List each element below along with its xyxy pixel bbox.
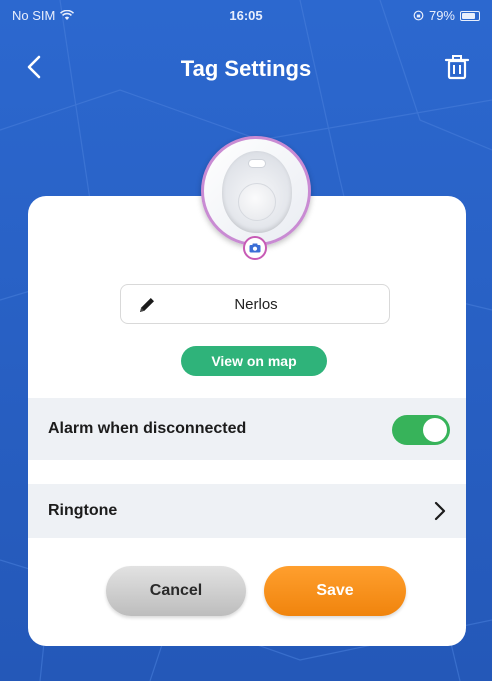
alarm-label: Alarm when disconnected bbox=[48, 420, 247, 437]
camera-icon bbox=[249, 243, 261, 253]
page-title: Tag Settings bbox=[180, 56, 312, 81]
view-on-map-button[interactable]: View on map bbox=[181, 346, 327, 376]
tag-name-field[interactable]: Nerlos bbox=[120, 284, 390, 324]
tag-name-value: Nerlos bbox=[234, 296, 278, 313]
status-bar: No SIM 16:05 79% bbox=[0, 0, 492, 30]
ringtone-setting-row[interactable]: Ringtone bbox=[28, 484, 466, 538]
chevron-left-icon[interactable] bbox=[20, 52, 50, 82]
trash-icon[interactable] bbox=[442, 52, 472, 82]
change-photo-button[interactable] bbox=[243, 236, 267, 260]
toggle-knob bbox=[423, 418, 447, 442]
alarm-setting-row: Alarm when disconnected bbox=[28, 398, 466, 460]
battery-icon bbox=[460, 10, 480, 21]
app-screen: No SIM 16:05 79% Tag Settings Nerlos Vie… bbox=[0, 0, 492, 681]
alarm-toggle[interactable] bbox=[392, 415, 450, 445]
navigation-bar: Tag Settings bbox=[0, 40, 492, 96]
chevron-right-icon bbox=[434, 501, 446, 521]
settings-card: Nerlos View on map Alarm when disconnect… bbox=[28, 196, 466, 646]
battery-percent: 79% bbox=[428, 8, 455, 23]
tag-keyring-hole bbox=[248, 159, 266, 168]
save-button[interactable]: Save bbox=[264, 566, 406, 616]
tag-photo[interactable] bbox=[201, 136, 311, 246]
tag-device-image bbox=[222, 151, 292, 233]
ringtone-label: Ringtone bbox=[48, 502, 118, 519]
tag-button bbox=[238, 183, 276, 221]
status-right: 79% bbox=[413, 8, 480, 23]
orientation-lock-icon bbox=[413, 10, 424, 21]
battery-fill bbox=[462, 12, 475, 19]
cancel-button[interactable]: Cancel bbox=[106, 566, 246, 616]
